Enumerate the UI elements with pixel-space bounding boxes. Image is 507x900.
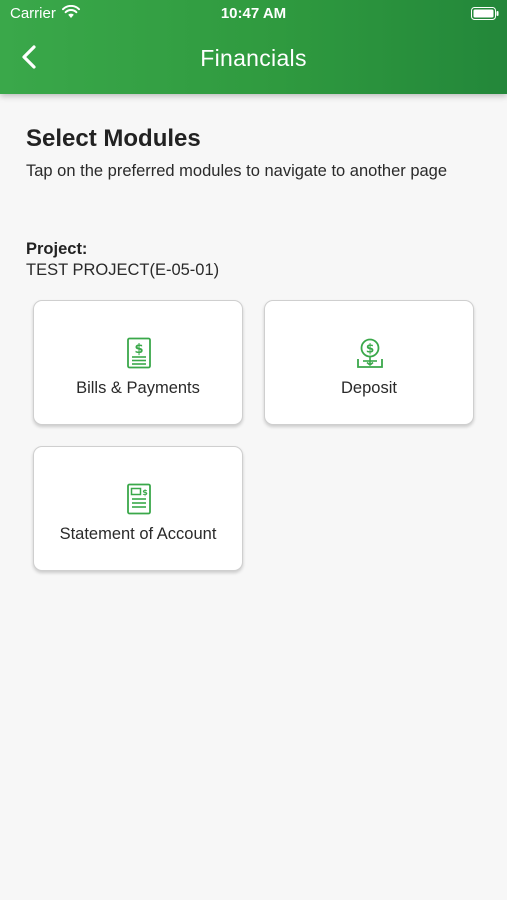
card-label: Bills & Payments: [76, 379, 200, 397]
deposit-icon: $: [357, 337, 383, 369]
deposit-card[interactable]: $ Deposit: [264, 300, 474, 425]
status-bar: Carrier 10:47 AM: [0, 0, 507, 28]
svg-text:$: $: [366, 342, 374, 356]
card-label: Deposit: [341, 379, 397, 397]
section-description: Tap on the preferred modules to navigate…: [26, 162, 448, 180]
status-time: 10:47 AM: [220, 5, 287, 22]
app-header: Carrier 10:47 AM Financials: [0, 0, 507, 94]
project-label: Project:: [26, 240, 88, 258]
svg-text:$: $: [142, 488, 148, 497]
card-label: Statement of Account: [59, 525, 217, 543]
project-value: TEST PROJECT(E-05-01): [26, 261, 220, 279]
statement-icon: $: [126, 483, 152, 515]
section-title: Select Modules: [26, 125, 201, 152]
battery-icon: [471, 7, 499, 20]
bills-payments-card[interactable]: $ Bills & Payments: [33, 300, 243, 425]
svg-text:$: $: [134, 342, 143, 357]
statement-of-account-card[interactable]: $ Statement of Account: [33, 446, 243, 571]
bill-icon: $: [126, 337, 152, 369]
nav-bar: Financials: [0, 28, 507, 94]
page-title: Financials: [200, 45, 307, 71]
